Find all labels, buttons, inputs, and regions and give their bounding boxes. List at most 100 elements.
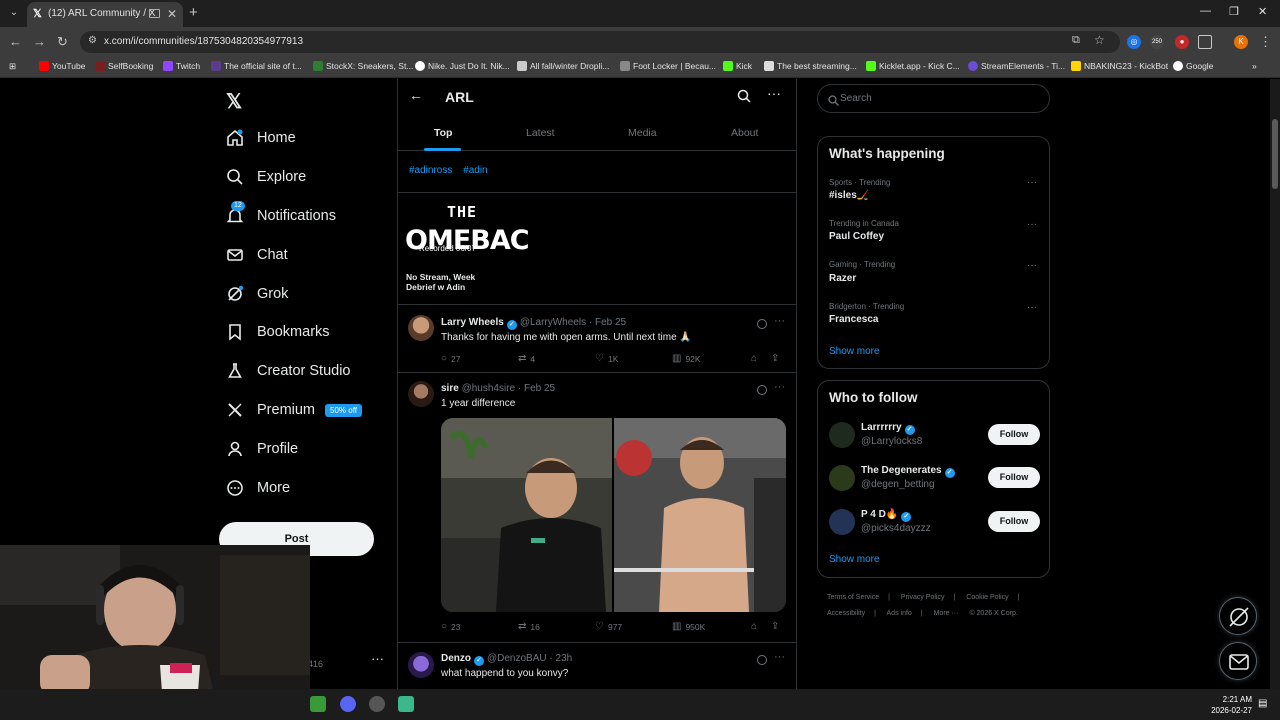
search-icon[interactable] xyxy=(737,89,751,103)
sidebar-item-grok[interactable]: Grok xyxy=(226,282,288,306)
sidebar-item-chat[interactable]: Chat xyxy=(226,243,288,267)
bookmark-item[interactable]: YouTube xyxy=(39,61,85,71)
footer-link[interactable]: Privacy Policy xyxy=(901,594,945,601)
follow-handle[interactable]: @degen_betting xyxy=(861,479,935,490)
back-arrow-icon[interactable]: ← xyxy=(409,87,423,103)
grok-explain-icon[interactable] xyxy=(757,385,767,395)
follow-handle[interactable]: @Larrylocks8 xyxy=(861,436,922,447)
bookmark-item[interactable]: Twitch xyxy=(163,61,200,71)
grok-explain-icon[interactable] xyxy=(757,319,767,329)
account-more-icon[interactable]: ··· xyxy=(371,651,384,666)
views-button[interactable]: ▥ 950K xyxy=(672,621,705,632)
more-options-icon[interactable]: ··· xyxy=(767,85,781,101)
trend-more-icon[interactable]: ··· xyxy=(1027,302,1037,313)
share-button[interactable]: ⇪ xyxy=(771,353,783,364)
close-window-icon[interactable]: ✕ xyxy=(1258,5,1267,18)
avatar[interactable] xyxy=(829,509,855,535)
back-icon[interactable]: ← xyxy=(9,34,22,49)
sidebar-item-profile[interactable]: Profile xyxy=(226,437,298,461)
minecraft-app-icon[interactable] xyxy=(310,696,326,712)
bookmark-item[interactable]: All fall/winter Dropli... xyxy=(517,61,609,71)
like-button[interactable]: ♡ 1K xyxy=(595,353,618,364)
avatar[interactable] xyxy=(829,465,855,491)
reply-button[interactable]: ○ 23 xyxy=(441,621,461,632)
bookmark-item[interactable]: SelfBooking xyxy=(95,61,153,71)
url-text[interactable]: x.com/i/communities/1875304820354977913 xyxy=(104,36,303,47)
sidebar-item-premium[interactable]: Premium 50% off xyxy=(226,398,362,422)
app-green-icon[interactable] xyxy=(398,696,414,712)
browser-tab-active[interactable]: 𝕏 (12) ARL Community / X ✕ xyxy=(27,2,183,27)
bookmark-item[interactable]: StockX: Sneakers, St... xyxy=(313,61,413,71)
trend-item[interactable]: Francesca xyxy=(829,314,878,325)
site-info-icon[interactable]: ⚙ xyxy=(88,35,97,46)
show-more-link[interactable]: Show more xyxy=(829,554,880,565)
footer-link[interactable]: Accessibility xyxy=(827,610,865,617)
tweet-handle[interactable]: @LarryWheels xyxy=(520,317,586,328)
tab-top[interactable]: Top xyxy=(434,127,452,139)
tab-close-icon[interactable]: ✕ xyxy=(167,7,177,21)
trend-item[interactable]: Razer xyxy=(829,273,856,284)
tweet-author-name[interactable]: Larry Wheels xyxy=(441,317,504,328)
bookmark-item[interactable]: Nike. Just Do It. Nik... xyxy=(415,61,510,71)
avatar[interactable] xyxy=(829,422,855,448)
extension-red-icon[interactable]: ● xyxy=(1175,35,1189,49)
restore-icon[interactable]: ❐ xyxy=(1229,5,1239,18)
apps-grid-icon[interactable]: ⊞ xyxy=(9,61,16,72)
bookmark-star-icon[interactable]: ☆ xyxy=(1094,33,1105,47)
tweet-handle[interactable]: @hush4sire xyxy=(462,383,516,394)
sidebar-item-explore[interactable]: Explore xyxy=(226,165,306,189)
trend-more-icon[interactable]: ··· xyxy=(1027,260,1037,271)
sidebar-item-creator-studio[interactable]: Creator Studio xyxy=(226,359,351,383)
forward-icon[interactable]: → xyxy=(33,34,46,49)
tweet-more-icon[interactable]: ··· xyxy=(774,651,785,663)
tweet-more-icon[interactable]: ··· xyxy=(774,381,785,393)
grok-explain-icon[interactable] xyxy=(757,655,767,665)
hashtag-link[interactable]: #adinross xyxy=(409,165,452,176)
footer-link[interactable]: Terms of Service xyxy=(827,594,879,601)
share-button[interactable]: ⇪ xyxy=(771,621,783,632)
tweet-date[interactable]: Feb 25 xyxy=(524,383,555,394)
avatar[interactable] xyxy=(408,315,434,341)
tweet-author-name[interactable]: Denzo xyxy=(441,653,471,664)
new-tab-plus-icon[interactable]: + xyxy=(189,4,198,21)
footer-link[interactable]: Cookie Policy xyxy=(966,594,1008,601)
bookmark-item[interactable]: Kick xyxy=(723,61,752,71)
avatar[interactable] xyxy=(408,652,434,678)
follow-name[interactable]: The Degenerates ✓ xyxy=(861,465,958,478)
extension-badge-icon[interactable]: 250 xyxy=(1150,35,1164,49)
footer-link[interactable]: More ··· xyxy=(934,610,959,617)
bookmark-item[interactable]: NBAKING23 - KickBot xyxy=(1071,61,1168,71)
trend-more-icon[interactable]: ··· xyxy=(1027,219,1037,230)
browser-menu-icon[interactable]: ⋮ xyxy=(1259,34,1272,50)
system-clock[interactable]: 2:21 AM 2026-02-27 xyxy=(1206,694,1252,716)
repost-button[interactable]: ⇄ 16 xyxy=(518,621,540,632)
pinned-video-thumbnail[interactable]: THE OMEBAC Recorded 06/07 xyxy=(405,201,530,265)
tab-media-icon[interactable] xyxy=(149,9,160,18)
search-input[interactable]: Search xyxy=(817,84,1050,113)
tab-latest[interactable]: Latest xyxy=(526,127,555,139)
discord-app-icon[interactable] xyxy=(340,696,356,712)
tab-search-chevron-icon[interactable]: ⌄ xyxy=(6,5,22,21)
extensions-puzzle-icon[interactable] xyxy=(1198,35,1212,49)
tweet-author-name[interactable]: sire xyxy=(441,383,459,394)
views-button[interactable]: ▥ 92K xyxy=(672,353,701,364)
tab-media[interactable]: Media xyxy=(628,127,657,139)
address-bar[interactable]: ⚙ x.com/i/communities/187530482035497791… xyxy=(80,31,1120,53)
sidebar-item-bookmarks[interactable]: Bookmarks xyxy=(226,320,330,344)
tab-about[interactable]: About xyxy=(731,127,758,139)
tweet-date[interactable]: 23h xyxy=(556,653,573,664)
pinned-caption[interactable]: No Stream, Week Debrief w Adin xyxy=(406,272,506,292)
follow-button[interactable]: Follow xyxy=(988,467,1040,488)
trend-more-icon[interactable]: ··· xyxy=(1027,177,1037,188)
follow-name[interactable]: Larrrrrry ✓ xyxy=(861,422,918,435)
repost-button[interactable]: ⇄ 4 xyxy=(518,353,535,364)
sidebar-item-home[interactable]: Home xyxy=(226,126,296,150)
bookmark-item[interactable]: The official site of t... xyxy=(211,61,302,71)
bookmark-button[interactable]: ⌂ xyxy=(751,353,761,364)
more-bookmarks-icon[interactable]: » xyxy=(1252,61,1257,71)
tweet-image-right[interactable] xyxy=(614,418,786,612)
follow-name[interactable]: P 4 D🔥 ✓ xyxy=(861,509,914,522)
follow-button[interactable]: Follow xyxy=(988,511,1040,532)
extension-shield-icon[interactable]: ◎ xyxy=(1127,35,1141,49)
bookmark-item[interactable]: The best streaming... xyxy=(764,61,857,71)
